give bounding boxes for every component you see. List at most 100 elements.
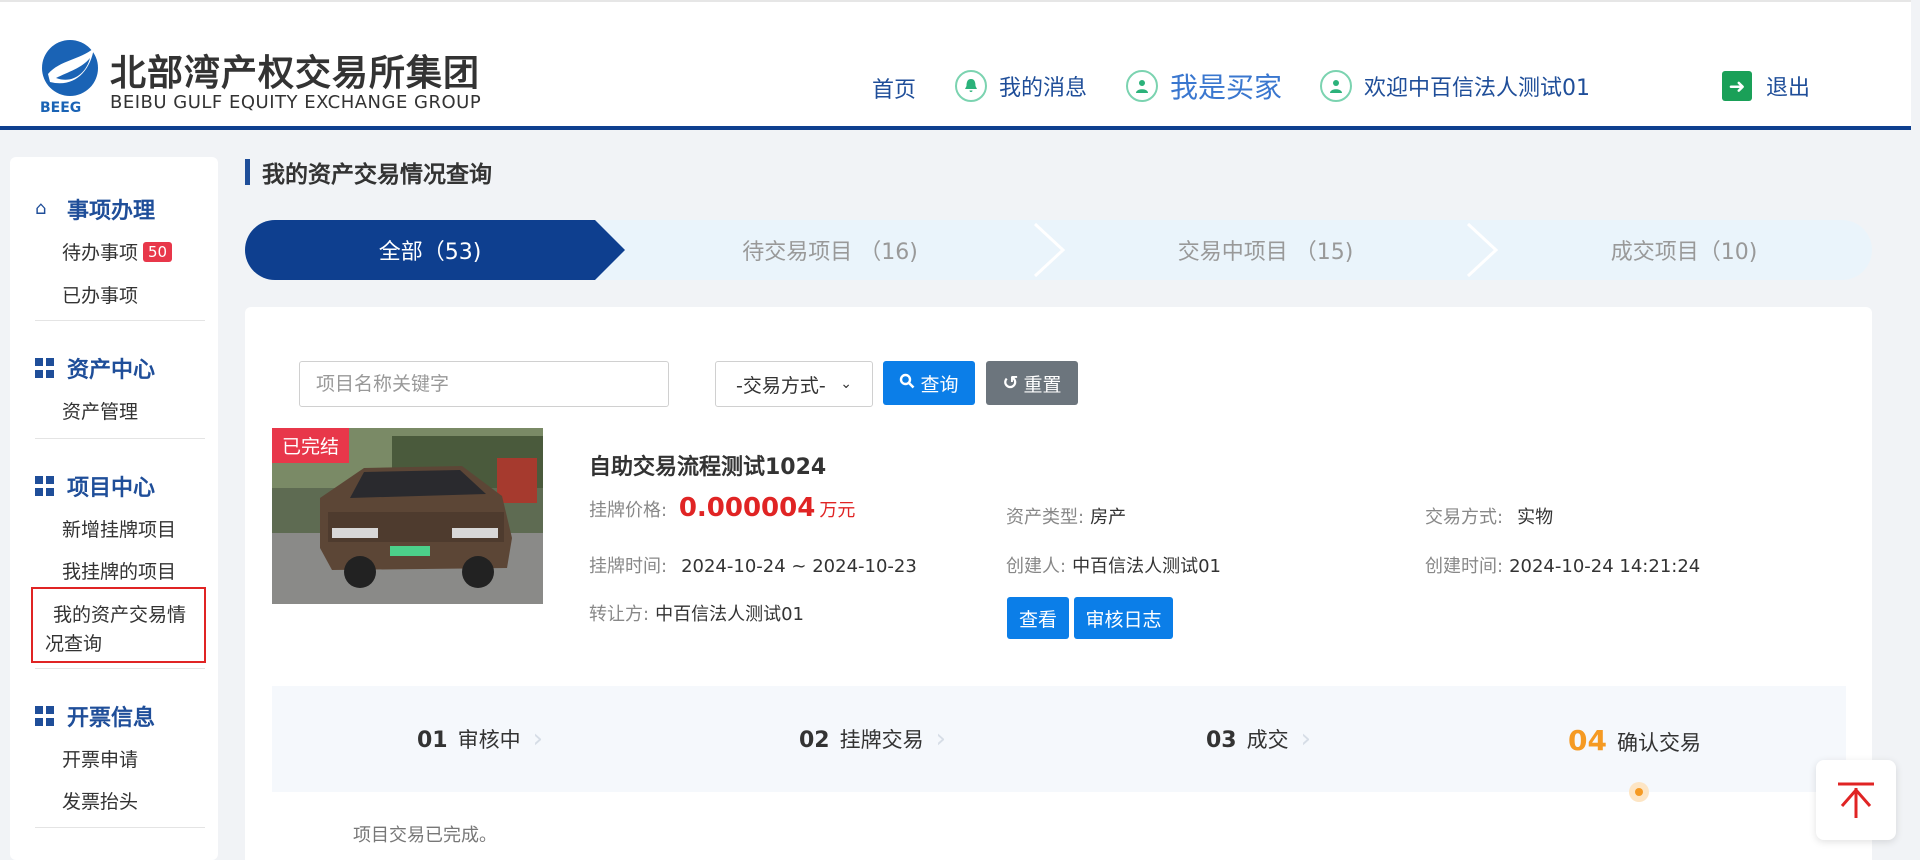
step-label: 确认交易 [1616,731,1701,755]
site-logo[interactable]: BEEG 北部湾产权交易所集团 BEIBU GULF EQUITY EXCHAN… [38,38,488,114]
sidebar-item-new-listing[interactable]: 新增挂牌项目 [62,515,176,542]
logout-icon: ➜ [1722,71,1752,101]
sidebar-item-asset-transactions[interactable]: 我的资产交易情 况查询 [31,587,206,663]
creator-label: 创建人: [1006,556,1067,577]
logo-abbr: BEEG [40,100,81,114]
tab-completed[interactable]: 成交项目（10) [1496,220,1872,280]
reset-icon: ↺ [1002,372,1019,394]
status-tabs: 全部（53) 待交易项目 （16) 交易中项目 （15) 成交项目（10) [245,220,1872,280]
price-label: 挂牌价格: [589,500,668,521]
sidebar-group-tasks[interactable]: ⌂ 事项办理 [35,193,155,225]
price-field: 挂牌价格: 0.000004 万元 [589,493,855,523]
tab-pending[interactable]: 待交易项目 （16) [625,220,1035,280]
sidebar-item-label: 我的资产交易情 [53,604,187,626]
list-time-label: 挂牌时间: [589,556,668,577]
step-4: 04 确认交易 [1568,724,1701,757]
project-title[interactable]: 自助交易流程测试1024 [589,449,826,481]
grid-icon [35,476,55,496]
sidebar-group-title: 事项办理 [67,199,156,224]
sidebar-item-asset-management[interactable]: 资产管理 [62,397,138,424]
trade-mode-value: 实物 [1517,507,1554,528]
top-header: BEEG 北部湾产权交易所集团 BEIBU GULF EQUITY EXCHAN… [0,0,1911,130]
nav-buyer-label: 我是买家 [1170,71,1283,104]
step-2: 02 挂牌交易 › [799,724,946,754]
title-accent-bar [245,159,250,185]
tab-in-progress[interactable]: 交易中项目 （15) [1063,220,1468,280]
grid-icon [35,358,55,378]
sidebar-divider [35,320,205,321]
current-step-dot [1629,782,1649,802]
sidebar-group-projects[interactable]: 项目中心 [35,470,155,502]
search-icon [899,372,915,394]
transferor-label: 转让方: [589,604,650,625]
home-icon: ⌂ [35,198,47,219]
bell-icon [955,70,987,102]
progress-steps: 01 审核中 › 02 挂牌交易 › 03 成交 › 04 确认交易 [272,686,1846,802]
sidebar-divider [35,827,205,828]
sidebar-group-title: 开票信息 [67,706,156,731]
query-label: 查询 [920,373,959,396]
nav-buyer[interactable]: 我是买家 [1126,66,1282,106]
trade-mode-label: 交易方式: [1425,507,1504,528]
chevron-right-icon: › [532,724,544,754]
sidebar-group-title: 项目中心 [67,476,156,501]
create-time-field: 创建时间: 2024-10-24 14:21:24 [1425,552,1700,578]
list-time-field: 挂牌时间: 2024-10-24 ~ 2024-10-23 [589,552,917,578]
step-label: 成交 [1246,728,1289,752]
creator-value: 中百信法人测试01 [1072,556,1221,577]
step-number: 04 [1568,724,1607,757]
completion-message: 项目交易已完成。 [353,825,497,846]
create-time-label: 创建时间: [1425,556,1504,577]
nav-messages[interactable]: 我的消息 [955,66,1087,106]
step-1: 01 审核中 › [417,724,543,754]
reset-label: 重置 [1023,373,1062,396]
sidebar-divider [35,668,205,669]
sidebar-item-label: 待办事项 [62,242,139,264]
query-button[interactable]: 查询 [883,361,975,405]
sidebar-divider [35,438,205,439]
trade-mode-select[interactable]: -交易方式- ⌄ [715,361,873,407]
nav-messages-label: 我的消息 [999,76,1088,101]
nav-welcome-label: 欢迎中百信法人测试01 [1364,76,1590,101]
logout-label: 退出 [1766,76,1811,101]
audit-log-button[interactable]: 审核日志 [1074,597,1173,639]
view-button[interactable]: 查看 [1007,597,1069,639]
step-number: 01 [417,728,448,753]
sidebar-item-invoice-apply[interactable]: 开票申请 [62,745,138,772]
transferor-field: 转让方: 中百信法人测试01 [589,600,804,626]
asset-type-value: 房产 [1090,507,1127,528]
sidebar-group-title: 资产中心 [67,358,156,383]
create-time-value: 2024-10-24 14:21:24 [1509,556,1701,577]
sidebar-item-pending[interactable]: 待办事项 50 [62,238,173,265]
status-tag: 已完结 [272,428,350,463]
logout-button[interactable]: ➜ 退出 [1722,66,1810,106]
chevron-down-icon: ⌄ [840,376,852,392]
chevron-right-icon: › [1300,724,1312,754]
sidebar-item-invoice-header[interactable]: 发票抬头 [62,787,138,814]
step-number: 02 [799,728,830,753]
tab-all[interactable]: 全部（53) [245,220,615,280]
sidebar-item-done[interactable]: 已办事项 [62,281,138,308]
asset-type-label: 资产类型: [1006,507,1085,528]
trade-mode-field: 交易方式: 实物 [1425,503,1553,529]
search-input[interactable] [299,361,669,407]
page-title-text: 我的资产交易情况查询 [262,162,492,188]
project-card: -交易方式- ⌄ 查询 ↺ 重置 已完结 自助交易流程测试1024 [245,307,1872,860]
sidebar-group-assets[interactable]: 资产中心 [35,352,155,384]
step-3: 03 成交 › [1206,724,1311,754]
asset-type-field: 资产类型: 房产 [1006,503,1126,529]
logo-title-cn: 北部湾产权交易所集团 [110,53,481,94]
step-number: 03 [1206,728,1237,753]
pending-count-badge: 50 [143,242,173,262]
reset-button[interactable]: ↺ 重置 [986,361,1078,405]
sidebar-item-my-listings[interactable]: 我挂牌的项目 [62,557,176,584]
nav-welcome[interactable]: 欢迎中百信法人测试01 [1320,66,1590,106]
sidebar-group-invoice[interactable]: 开票信息 [35,700,155,732]
sidebar-item-label: 况查询 [45,633,103,655]
page-title: 我的资产交易情况查询 [245,157,492,188]
nav-home-link[interactable]: 首页 [872,72,916,104]
arrow-up-icon [1838,782,1874,818]
price-value: 0.000004 [678,493,816,523]
back-to-top-button[interactable] [1816,760,1896,840]
step-label: 审核中 [457,728,521,752]
